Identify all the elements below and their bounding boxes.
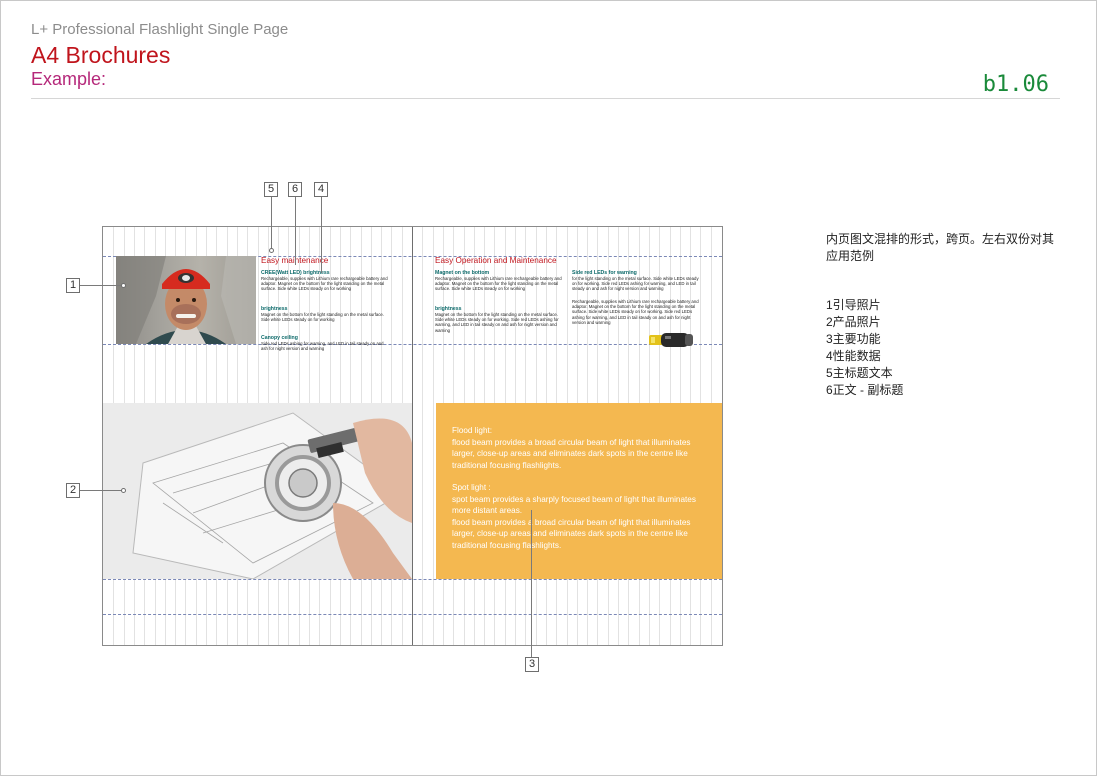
right-col1-body-2: Magnet on the bottom for the light stand…	[435, 312, 559, 333]
callout-4-line	[321, 197, 322, 273]
notes: 内页图文混排的形式，跨页。左右双份对其 应用范例	[826, 231, 1054, 265]
callout-3: 3	[525, 657, 539, 672]
feature-text: Flood light: flood beam provides a broad…	[452, 425, 712, 551]
callout-2: 2	[66, 483, 80, 498]
left-body-2: Magnet on the bottom for the light stand…	[261, 312, 385, 323]
legend-item: 3主要功能	[826, 332, 881, 346]
product-flashlight-image	[647, 329, 695, 351]
grid-column-line	[432, 227, 434, 645]
spot-title: Spot light :	[452, 483, 491, 492]
header-title: A4 Brochures	[31, 42, 171, 68]
legend-item: 2产品照片	[826, 315, 881, 329]
callout-4: 4	[314, 182, 328, 197]
right-col1-body-1: Rechargeable, supplies with Lithium rare…	[435, 276, 562, 292]
legend-item: 6正文 - 副标题	[826, 383, 904, 397]
callout-2-dot	[121, 488, 126, 493]
notes-line-2: 应用范例	[826, 249, 875, 263]
guide-line-bottom	[103, 614, 722, 615]
flood-title: Flood light:	[452, 426, 493, 435]
callout-1-dot	[121, 283, 126, 288]
legend-item: 1引导照片	[826, 298, 881, 312]
left-body-1: Rechargeable, supplies with Lithium rare…	[261, 276, 388, 292]
legend-item: 4性能数据	[826, 349, 881, 363]
right-col2-body-2: Rechargeable, supplies with Lithium rare…	[572, 299, 699, 325]
spread-gutter-line	[412, 227, 413, 645]
left-body-3: Side red LEDs ashing for warning, and LE…	[261, 341, 384, 352]
product-photo-caliper	[103, 403, 412, 579]
callout-6: 6	[288, 182, 302, 197]
callout-3-line	[531, 510, 532, 657]
guide-line-upper	[103, 344, 722, 345]
guide-photo-climber	[116, 256, 256, 344]
callout-1: 1	[66, 278, 80, 293]
spot-text: spot beam provides a sharply focused bea…	[452, 494, 696, 516]
flood-text: flood beam provides a broad circular bea…	[452, 437, 691, 470]
callout-2-line	[80, 490, 122, 491]
callout-5-dot	[269, 248, 274, 253]
grid-column-line	[422, 227, 424, 645]
brochure-spread: Easy maintenance CREE(Watt LED) brightne…	[102, 226, 723, 646]
callout-5-line	[271, 197, 272, 249]
flood-text-2: flood beam provides a broad circular bea…	[452, 517, 691, 550]
right-page-heading: Easy Operation and Maintenance	[435, 256, 557, 265]
feature-block: Flood light: flood beam provides a broad…	[436, 403, 722, 579]
header-example-label: Example:	[31, 69, 107, 89]
legend-item: 5主标题文本	[826, 366, 893, 380]
right-col2-body-1: for the light standing on the metal surf…	[572, 276, 699, 292]
legend-list: 1引导照片 2产品照片 3主要功能 4性能数据 5主标题文本 6正文 - 副标题	[826, 297, 903, 399]
page-code: b1.06	[982, 72, 1049, 97]
header-subtitle: L+ Professional Flashlight Single Page	[31, 21, 289, 38]
callout-1-line	[80, 285, 122, 286]
header-divider	[31, 98, 1060, 99]
callout-5: 5	[264, 182, 278, 197]
guide-line-lower	[103, 579, 722, 580]
callout-6-line	[295, 197, 296, 265]
notes-line-1: 内页图文混排的形式，跨页。左右双份对其	[826, 232, 1055, 246]
